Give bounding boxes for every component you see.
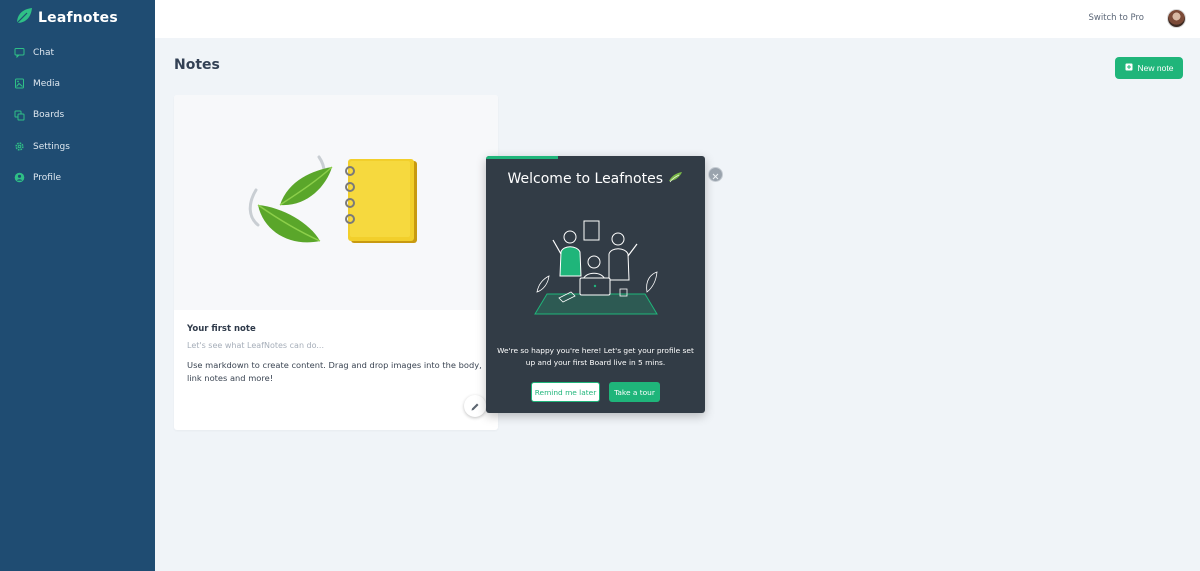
note-card-image — [174, 95, 498, 310]
sidebar-item-profile[interactable]: Profile — [0, 162, 155, 193]
sidebar-item-media[interactable]: Media — [0, 68, 155, 99]
chat-icon — [14, 47, 25, 59]
app-name: Leafnotes — [38, 10, 118, 26]
welcome-modal: Welcome to Leafnotes We're so happy you'… — [486, 156, 705, 413]
leaf-emoji-icon — [667, 171, 683, 187]
welcome-title-text: Welcome to Leafnotes — [507, 171, 664, 187]
sidebar-item-label: Media — [33, 78, 61, 89]
welcome-title: Welcome to Leafnotes — [486, 171, 705, 187]
onboarding-progress — [486, 156, 705, 159]
note-body: Use markdown to create content. Drag and… — [187, 360, 482, 383]
sidebar-item-settings[interactable]: Settings — [0, 131, 155, 162]
sidebar-item-label: Boards — [33, 110, 65, 121]
new-note-label: New note — [1137, 63, 1174, 73]
note-card[interactable]: Your first note Let's see what LeafNotes… — [174, 95, 498, 430]
remind-me-later-button[interactable]: Remind me later — [531, 382, 600, 402]
leaves-and-notebook-illustration — [248, 155, 417, 243]
leaf-logo-icon — [14, 6, 34, 30]
note-subtitle: Let's see what LeafNotes can do... — [187, 341, 325, 350]
sidebar-nav: Chat Media Boards Settings Profile — [0, 37, 155, 193]
app-logo[interactable]: Leafnotes — [14, 7, 118, 29]
close-icon — [712, 165, 719, 184]
sidebar-item-label: Profile — [33, 172, 61, 183]
onboarding-progress-fill — [486, 156, 559, 159]
avatar[interactable] — [1167, 9, 1186, 28]
sidebar-item-chat[interactable]: Chat — [0, 37, 155, 68]
note-title: Your first note — [187, 324, 256, 334]
sidebar: Leafnotes Chat Media Boards Settings Pro… — [0, 0, 155, 571]
welcome-message: We're so happy you're here! Let's get yo… — [497, 346, 694, 367]
take-a-tour-button[interactable]: Take a tour — [609, 382, 660, 402]
team-illustration — [534, 220, 658, 315]
sidebar-item-label: Chat — [33, 47, 55, 58]
media-icon — [14, 78, 25, 89]
note-add-icon — [1125, 63, 1133, 73]
page-title: Notes — [174, 57, 220, 73]
pencil-icon — [470, 397, 480, 416]
switch-to-pro-link[interactable]: Switch to Pro — [1088, 13, 1144, 23]
boards-icon — [14, 110, 25, 121]
user-icon — [14, 172, 25, 183]
new-note-button[interactable]: New note — [1115, 57, 1183, 79]
close-modal-button[interactable] — [708, 167, 723, 182]
top-bar: Switch to Pro — [155, 0, 1200, 38]
edit-note-button[interactable] — [464, 395, 486, 417]
sidebar-item-boards[interactable]: Boards — [0, 100, 155, 131]
gear-icon — [14, 141, 25, 152]
sidebar-item-label: Settings — [33, 141, 70, 152]
